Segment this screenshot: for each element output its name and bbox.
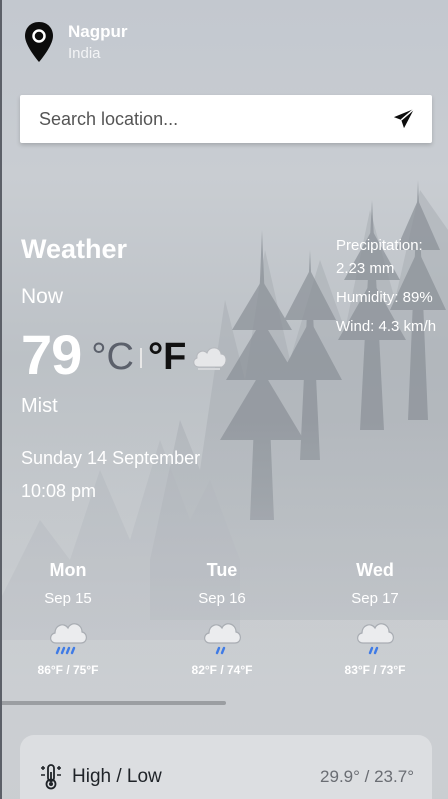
now-label: Now <box>21 285 64 308</box>
weather-heading: Weather <box>21 234 128 264</box>
celsius-toggle[interactable]: °C <box>91 336 134 379</box>
location-pin-icon <box>22 20 56 64</box>
forecast-day-name: Wed <box>356 560 394 580</box>
high-low-label: High / Low <box>72 766 162 787</box>
forecast-date: Sep 17 <box>351 590 399 607</box>
location-header: Nagpur India <box>22 20 128 64</box>
high-low-row: High / Low 29.9° / 23.7° <box>20 735 432 791</box>
rain-cloud-icon <box>200 615 244 659</box>
condition-text: Mist <box>21 395 58 417</box>
window-edge <box>0 0 2 799</box>
thermometer-icon <box>38 763 64 791</box>
forecast-range: 86°F / 75°F <box>37 663 99 677</box>
rain-cloud-icon <box>353 615 397 659</box>
time-text: 10:08 pm <box>21 481 97 501</box>
country-name: India <box>68 45 101 62</box>
weather-stats: Precipitation: 2.23 mm Humidity: 89% Win… <box>336 234 446 344</box>
unit-separator <box>139 347 142 368</box>
search-bar <box>20 95 432 143</box>
forecast-date: Sep 16 <box>198 590 246 607</box>
date-text: Sunday 14 September <box>21 448 201 468</box>
fahrenheit-toggle[interactable]: °F <box>148 336 186 379</box>
forecast-day-name: Mon <box>49 560 87 580</box>
rain-cloud-icon <box>46 615 90 659</box>
search-input[interactable] <box>20 95 384 143</box>
forecast-day[interactable]: Tue Sep 16 82°F / 74°F <box>172 560 272 677</box>
temperature-row: 79 °C °F <box>21 322 228 387</box>
cloud-icon <box>190 341 228 376</box>
send-icon <box>393 108 415 129</box>
forecast-day-name: Tue <box>206 560 238 580</box>
precipitation-stat: Precipitation: 2.23 mm <box>336 237 423 277</box>
humidity-stat: Humidity: 89% <box>336 289 433 306</box>
forecast-range: 82°F / 74°F <box>191 663 253 677</box>
high-low-value: 29.9° / 23.7° <box>320 767 414 786</box>
wind-stat: Wind: 4.3 km/h <box>336 318 437 335</box>
scrollbar-thumb[interactable] <box>0 701 226 705</box>
current-temperature: 79 <box>21 323 82 386</box>
details-card: High / Low 29.9° / 23.7° <box>20 735 432 799</box>
forecast-date: Sep 15 <box>44 590 92 607</box>
forecast-day[interactable]: Mon Sep 15 86°F / 75°F <box>18 560 118 677</box>
forecast-range: 83°F / 73°F <box>344 663 406 677</box>
forecast-scrollbar[interactable] <box>0 700 448 706</box>
city-name: Nagpur <box>68 22 128 41</box>
forecast-day[interactable]: Wed Sep 17 83°F / 73°F <box>325 560 425 677</box>
send-button[interactable] <box>384 95 424 143</box>
